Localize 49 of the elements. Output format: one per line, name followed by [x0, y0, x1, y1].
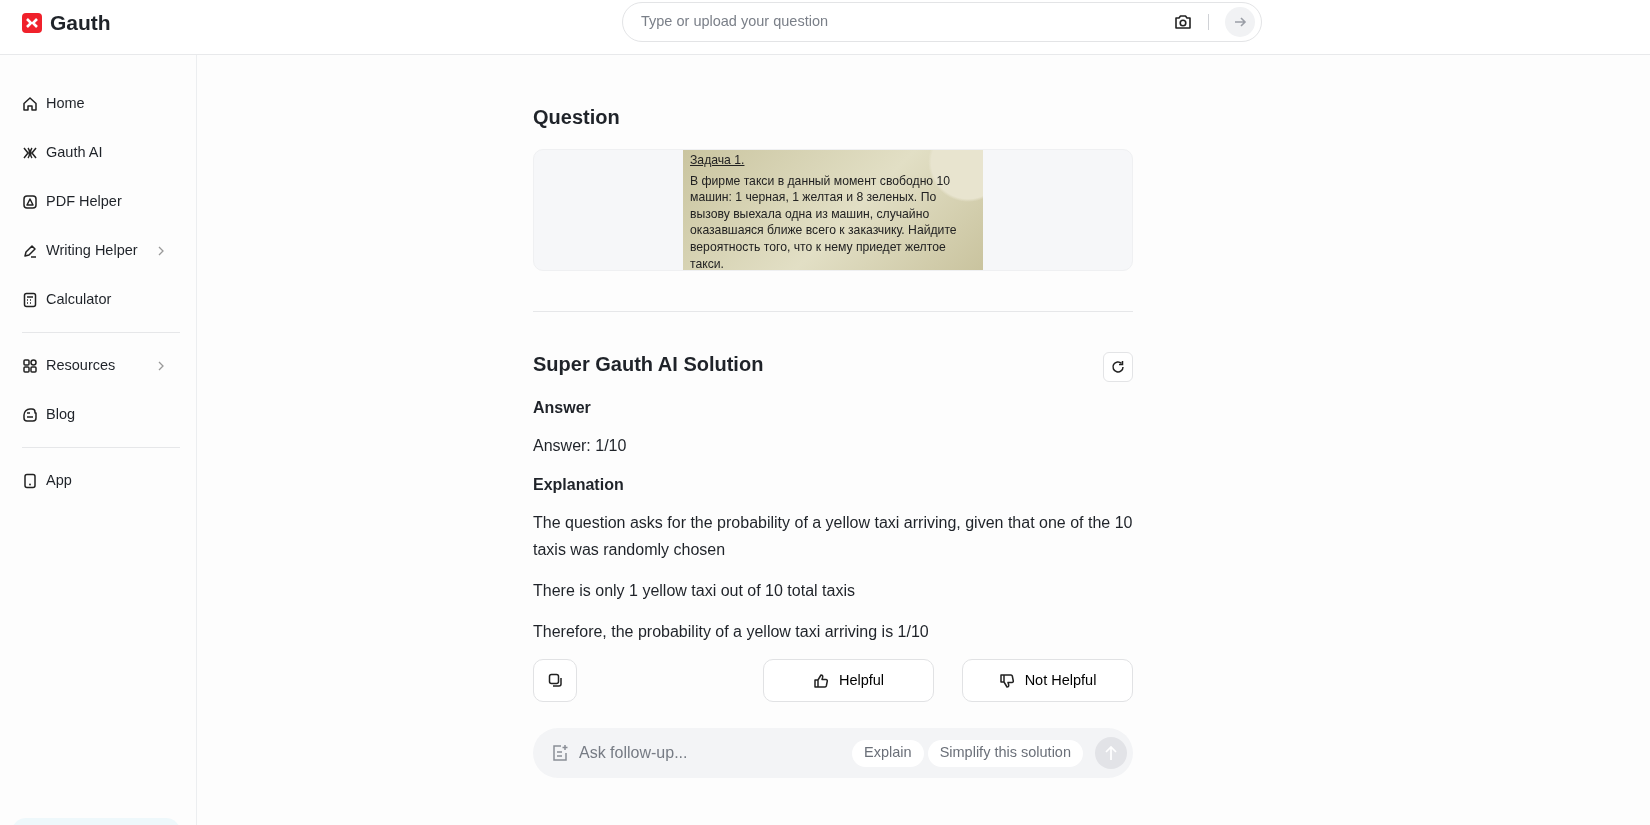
refresh-icon — [1111, 360, 1125, 374]
paragraph: There is only 1 yellow taxi out of 10 total taxis — [533, 581, 856, 601]
paragraph: Therefore, the probability of a yellow taxi arriving is 1/10 — [533, 622, 930, 642]
subsection-heading: Explanation — [533, 475, 625, 495]
section-heading: Question — [533, 105, 621, 129]
copy-button[interactable] — [533, 659, 577, 702]
home-icon — [22, 95, 38, 112]
sidebar-item[interactable]: App — [46, 469, 72, 492]
arrow-up-icon — [1104, 745, 1118, 761]
search-field[interactable]: Type or upload your question — [639, 10, 1166, 34]
sidebar-item[interactable]: Home — [46, 92, 85, 115]
copy-icon — [547, 673, 563, 688]
arrow-right-icon — [1233, 16, 1247, 28]
sidebar-item[interactable]: Blog — [46, 403, 76, 426]
section-heading: Super Gauth AI Solution — [533, 352, 764, 376]
subsection-heading: Answer — [533, 398, 592, 418]
sidebar-item[interactable]: PDF Helper — [46, 190, 122, 213]
sidebar-item[interactable]: Resources — [46, 354, 116, 377]
chevron-right-icon[interactable] — [158, 245, 164, 256]
document-text: В фирме такси в данный момент свободно 10 машин: 1 черная, 1 желтая и 8 зеленых. По вызову выехала одна из машин, случайно оказавшаяся ближе всего к заказчику. Найдите вероятность того, что к нему приедет желтое такси. — [690, 172, 958, 270]
feedback-button[interactable]: Helpful — [763, 659, 934, 702]
thumbs-down-icon — [998, 672, 1015, 689]
x-logo-icon — [22, 144, 38, 161]
paragraph: Answer: 1/10 — [533, 436, 628, 456]
blog-icon — [22, 406, 38, 423]
submit-button[interactable] — [1225, 7, 1255, 37]
calculator-icon — [22, 291, 38, 308]
feedback-button[interactable]: Not Helpful — [962, 659, 1133, 702]
suggestion-chip[interactable]: Simplify this solution — [927, 739, 1083, 767]
pen-icon — [22, 242, 38, 259]
follow-up-field[interactable]: Ask follow-up... — [577, 740, 845, 766]
document-title: Задача 1. — [690, 152, 745, 169]
chevron-right-icon[interactable] — [158, 360, 164, 371]
document-icon — [22, 193, 38, 210]
sidebar-item[interactable]: Gauth AI — [46, 141, 103, 164]
follow-up-bar[interactable]: Ask follow-up... Explain Simplify this solution — [533, 728, 1133, 778]
camera-icon[interactable] — [1174, 14, 1192, 30]
phone-icon — [22, 472, 38, 489]
suggestion-chip[interactable]: Explain — [852, 739, 924, 767]
logo-icon — [22, 13, 42, 33]
grid-icon — [22, 357, 38, 374]
paragraph: The question asks for the probability of a yellow taxi arriving, given that one of the 10 taxis was randomly chosen — [533, 513, 1133, 560]
regenerate-button[interactable] — [1103, 352, 1133, 382]
thumbs-up-icon — [812, 672, 829, 689]
sidebar-item[interactable]: Calculator — [46, 288, 112, 311]
sidebar-item[interactable]: Writing Helper — [46, 239, 138, 262]
note-plus-icon — [551, 744, 569, 762]
search-bar[interactable]: Type or upload your question — [622, 2, 1262, 42]
logo-text[interactable]: Gauth — [50, 7, 111, 39]
